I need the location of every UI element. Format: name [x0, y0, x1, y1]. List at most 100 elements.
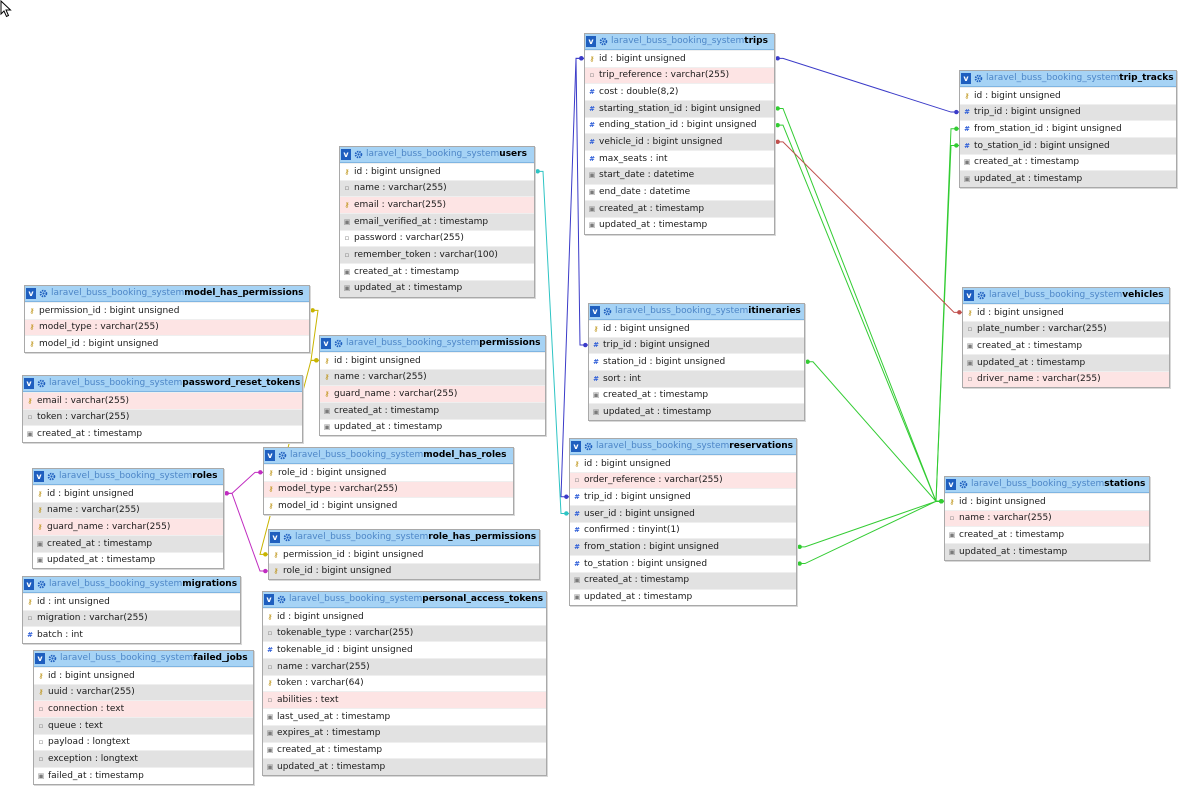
column-row[interactable]: ⚷ guard_name : varchar(255): [320, 385, 545, 403]
column-row[interactable]: ▣ created_at : timestamp: [585, 200, 774, 217]
table-trips[interactable]: v laravel_buss_booking_system trips ⚷ id : …: [584, 33, 775, 235]
table-itineraries[interactable]: v laravel_buss_booking_system itineraries…: [588, 303, 805, 422]
column-row[interactable]: # user_id : bigint unsigned: [570, 505, 796, 522]
table-name[interactable]: trips: [744, 34, 768, 49]
collapse-toggle-icon[interactable]: v: [571, 441, 581, 452]
table-name[interactable]: password_reset_tokens: [182, 376, 300, 391]
column-row[interactable]: ▣ updated_at : timestamp: [945, 543, 1149, 560]
table-name[interactable]: itineraries: [748, 304, 800, 319]
column-row[interactable]: ▣ created_at : timestamp: [960, 153, 1176, 171]
column-row[interactable]: # to_station_id : bigint unsigned: [960, 137, 1176, 154]
collapse-toggle-icon[interactable]: v: [946, 479, 956, 490]
column-row[interactable]: ▫ driver_name : varchar(255): [963, 370, 1169, 388]
gear-icon[interactable]: [974, 74, 983, 83]
column-row[interactable]: ▣ created_at : timestamp: [320, 402, 545, 419]
table-password-reset-tokens[interactable]: v laravel_buss_booking_system password_re…: [22, 375, 303, 444]
table-header[interactable]: v laravel_buss_booking_system personal_ac…: [263, 592, 546, 608]
column-row[interactable]: ⚷ id : bigint unsigned: [320, 352, 545, 369]
table-header[interactable]: v laravel_buss_booking_system migrations: [23, 577, 240, 593]
column-row[interactable]: ▫ plate_number : varchar(255): [963, 320, 1169, 338]
column-row[interactable]: ▫ name : varchar(255): [945, 509, 1149, 527]
column-row[interactable]: ⚷ id : bigint unsigned: [570, 455, 796, 472]
table-header[interactable]: v laravel_buss_booking_system password_re…: [23, 376, 302, 392]
column-row[interactable]: ▫ migration : varchar(255): [23, 609, 240, 627]
table-reservations[interactable]: v laravel_buss_booking_system reservation…: [569, 438, 797, 607]
column-row[interactable]: ▣ end_date : datetime: [585, 183, 774, 201]
table-header[interactable]: v laravel_buss_booking_system users: [340, 147, 534, 163]
table-header[interactable]: v laravel_buss_booking_system vehicles: [963, 288, 1169, 304]
table-name[interactable]: reservations: [729, 439, 793, 454]
column-row[interactable]: # sort : int: [589, 370, 804, 387]
table-header[interactable]: v laravel_buss_booking_system model_has_p…: [25, 286, 309, 302]
table-personal-access-tokens[interactable]: v laravel_buss_booking_system personal_ac…: [262, 591, 547, 776]
table-migrations[interactable]: v laravel_buss_booking_system migrations ⚷…: [22, 576, 241, 645]
column-row[interactable]: ▣ created_at : timestamp: [963, 337, 1169, 354]
column-row[interactable]: ⚷ id : bigint unsigned: [34, 667, 253, 684]
column-row[interactable]: ▫ order_reference : varchar(255): [570, 471, 796, 489]
column-row[interactable]: ⚷ id : bigint unsigned: [963, 304, 1169, 321]
column-row[interactable]: ⚷ model_id : bigint unsigned: [25, 335, 309, 352]
gear-icon[interactable]: [354, 150, 363, 159]
column-row[interactable]: ▫ payload : longtext: [34, 733, 253, 751]
collapse-toggle-icon[interactable]: v: [265, 450, 275, 461]
table-header[interactable]: v laravel_buss_booking_system model_has_r…: [264, 448, 513, 464]
column-row[interactable]: ⚷ model_type : varchar(255): [25, 318, 309, 336]
table-name[interactable]: permissions: [479, 336, 540, 351]
column-row[interactable]: # trip_id : bigint unsigned: [570, 488, 796, 505]
column-row[interactable]: ▫ tokenable_type : varchar(255): [263, 624, 546, 642]
collapse-toggle-icon[interactable]: v: [34, 471, 44, 482]
table-name[interactable]: trip_tracks: [1119, 71, 1173, 86]
column-row[interactable]: ▫ queue : text: [34, 717, 253, 734]
column-row[interactable]: ⚷ name : varchar(255): [320, 368, 545, 386]
column-row[interactable]: ▫ remember_token : varchar(100): [340, 246, 534, 264]
column-row[interactable]: ⚷ id : bigint unsigned: [960, 87, 1176, 104]
gear-icon[interactable]: [283, 533, 292, 542]
column-row[interactable]: ▣ created_at : timestamp: [589, 386, 804, 404]
table-failed-jobs[interactable]: v laravel_buss_booking_system failed_jobs…: [33, 650, 254, 785]
table-header[interactable]: v laravel_buss_booking_system failed_jobs: [34, 651, 253, 667]
table-name[interactable]: migrations: [182, 577, 237, 592]
table-trip-tracks[interactable]: v laravel_buss_booking_system trip_tracks…: [959, 70, 1177, 189]
column-row[interactable]: ▫ password : varchar(255): [340, 229, 534, 247]
column-row[interactable]: ▣ created_at : timestamp: [570, 571, 796, 589]
collapse-toggle-icon[interactable]: v: [961, 73, 971, 84]
table-name[interactable]: stations: [1104, 477, 1145, 492]
column-row[interactable]: ⚷ permission_id : bigint unsigned: [25, 302, 309, 319]
column-row[interactable]: ▣ email_verified_at : timestamp: [340, 213, 534, 230]
gear-icon[interactable]: [39, 289, 48, 298]
table-header[interactable]: v laravel_buss_booking_system stations: [945, 477, 1149, 493]
column-row[interactable]: ⚷ guard_name : varchar(255): [33, 518, 223, 536]
column-row[interactable]: ▣ updated_at : timestamp: [963, 354, 1169, 371]
column-row[interactable]: # max_seats : int: [585, 150, 774, 167]
gear-icon[interactable]: [599, 37, 608, 46]
table-permissions[interactable]: v laravel_buss_booking_system permissions…: [319, 335, 546, 437]
table-name[interactable]: vehicles: [1122, 288, 1163, 303]
gear-icon[interactable]: [48, 654, 57, 663]
column-row[interactable]: ⚷ email : varchar(255): [23, 392, 302, 409]
column-row[interactable]: ⚷ token : varchar(64): [263, 674, 546, 692]
table-model-has-roles[interactable]: v laravel_buss_booking_system model_has_r…: [263, 447, 514, 516]
column-row[interactable]: ⚷ id : bigint unsigned: [945, 493, 1149, 510]
column-row[interactable]: ▣ created_at : timestamp: [340, 263, 534, 280]
table-vehicles[interactable]: v laravel_buss_booking_system vehicles ⚷ id…: [962, 287, 1170, 389]
table-roles[interactable]: v laravel_buss_booking_system roles ⚷ id : …: [32, 468, 224, 570]
collapse-toggle-icon[interactable]: v: [24, 579, 34, 590]
column-row[interactable]: ⚷ id : bigint unsigned: [263, 608, 546, 625]
column-row[interactable]: # station_id : bigint unsigned: [589, 353, 804, 370]
column-row[interactable]: ⚷ id : int unsigned: [23, 593, 240, 610]
column-row[interactable]: ▣ created_at : timestamp: [263, 741, 546, 759]
table-stations[interactable]: v laravel_buss_booking_system stations ⚷ id…: [944, 476, 1150, 561]
column-row[interactable]: ⚷ id : bigint unsigned: [589, 320, 804, 337]
collapse-toggle-icon[interactable]: v: [590, 306, 600, 317]
column-row[interactable]: # trip_id : bigint unsigned: [960, 103, 1176, 121]
column-row[interactable]: # ending_station_id : bigint unsigned: [585, 116, 774, 134]
gear-icon[interactable]: [584, 442, 593, 451]
column-row[interactable]: ⚷ email : varchar(255): [340, 196, 534, 214]
collapse-toggle-icon[interactable]: v: [35, 653, 45, 664]
column-row[interactable]: # from_station : bigint unsigned: [570, 538, 796, 556]
gear-icon[interactable]: [959, 480, 968, 489]
column-row[interactable]: ▣ created_at : timestamp: [945, 526, 1149, 543]
table-header[interactable]: v laravel_buss_booking_system role_has_pe…: [269, 530, 539, 546]
schema-designer-canvas[interactable]: v laravel_buss_booking_system trips ⚷ id : …: [0, 0, 1198, 790]
column-row[interactable]: ▣ expires_at : timestamp: [263, 724, 546, 742]
